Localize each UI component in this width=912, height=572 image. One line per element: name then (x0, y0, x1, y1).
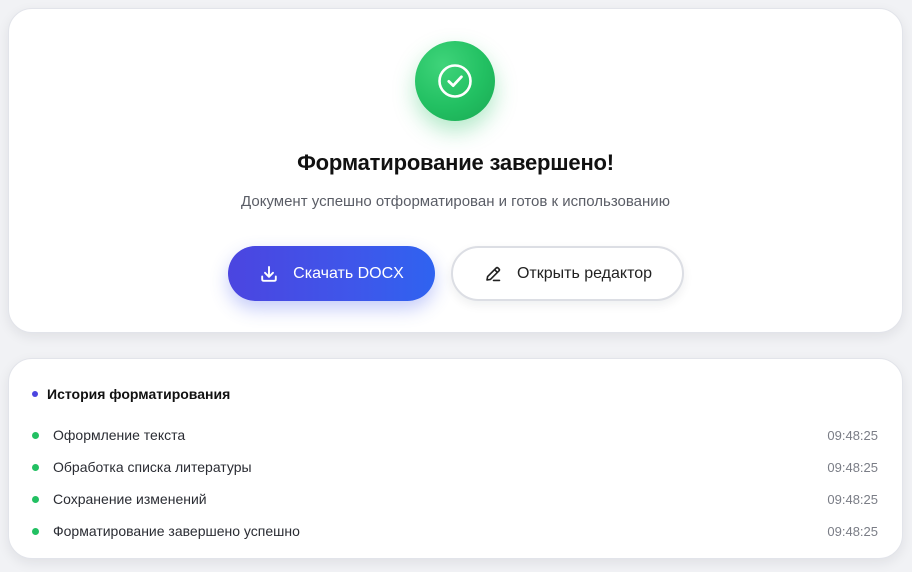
status-dot (32, 527, 39, 535)
status-dot (32, 463, 39, 471)
history-item-time: 09:48:25 (827, 427, 878, 443)
history-item-label: Форматирование завершено успешно (53, 523, 300, 539)
success-subtitle: Документ успешно отформатирован и готов … (241, 193, 670, 210)
success-title: Форматирование завершено! (297, 150, 614, 175)
history-item: Оформление текста 09:48:25 (32, 419, 878, 451)
history-bullet (32, 391, 38, 397)
status-dot (32, 431, 39, 439)
download-docx-button[interactable]: Скачать DOCX (228, 246, 435, 301)
history-header: История форматирования (32, 386, 230, 402)
download-button-label: Скачать DOCX (293, 264, 404, 282)
history-item: Форматирование завершено успешно 09:48:2… (32, 515, 878, 547)
history-item-time: 09:48:25 (827, 523, 878, 539)
history-item-label: Оформление текста (53, 427, 186, 443)
editor-button-label: Открыть редактор (516, 264, 653, 282)
check-circle-icon (438, 64, 472, 98)
history-item: Сохранение изменений 09:48:25 (32, 483, 878, 515)
success-badge (415, 41, 495, 121)
history-item: Обработка списка литературы 09:48:25 (32, 451, 878, 483)
history-list: Оформление текста 09:48:25 Обработка спи… (32, 419, 878, 547)
success-card: Форматирование завершено! Документ успеш… (8, 8, 903, 333)
history-item-label: Обработка списка литературы (53, 459, 252, 475)
history-item-label: Сохранение изменений (53, 491, 207, 507)
history-card: История форматирования Оформление текста… (8, 358, 903, 559)
open-editor-button[interactable]: Открыть редактор (451, 246, 684, 301)
status-dot (32, 495, 39, 503)
download-icon (261, 265, 277, 282)
history-title: История форматирования (47, 386, 231, 402)
history-item-time: 09:48:25 (827, 491, 878, 507)
pencil-icon (486, 266, 501, 281)
history-item-time: 09:48:25 (827, 459, 878, 475)
